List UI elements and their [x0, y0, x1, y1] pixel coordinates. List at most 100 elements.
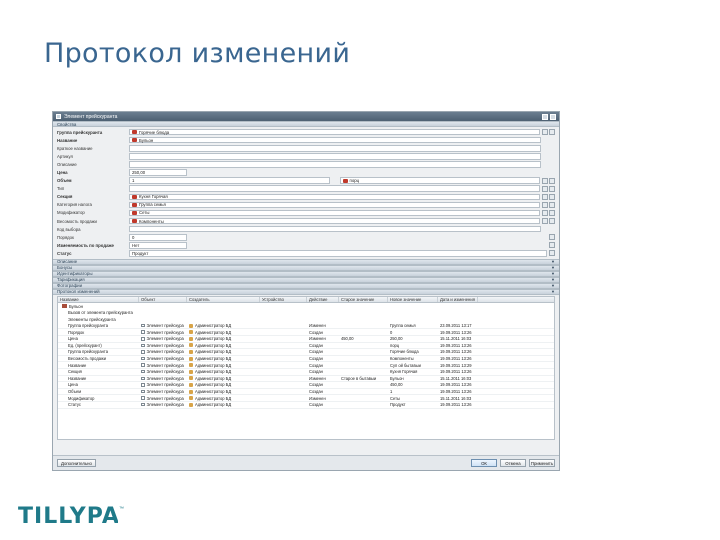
column-header[interactable]: Действие [307, 296, 339, 302]
table-row[interactable]: Ед. (прейскурант) Элемент прейскура Админи… [58, 343, 554, 350]
form-label: Код выбора [57, 226, 81, 232]
form-field[interactable]: Кухня Горячая [129, 193, 540, 201]
field-edit-button[interactable] [542, 193, 548, 200]
table-cell [260, 323, 307, 329]
field-edit-button[interactable] [542, 209, 548, 216]
form-row: Группа прейскуранта Горячие блюда [57, 128, 555, 136]
field-edit-button[interactable] [542, 185, 548, 192]
table-row[interactable]: Группа прейскуранта Элемент прейскура Адми… [58, 323, 554, 330]
field-clear-button[interactable] [549, 209, 555, 216]
column-header[interactable]: Новое значение [388, 296, 438, 302]
table-cell-text: порц [390, 342, 400, 348]
form-field-value: Кухня Горячая [139, 194, 168, 200]
field-clear-button[interactable] [549, 201, 555, 208]
table-cell: Создан [307, 356, 339, 362]
form-field[interactable]: 250,00 [129, 169, 187, 176]
form-field[interactable] [129, 144, 541, 152]
table-row[interactable]: Цена Элемент прейскура Администратор БД Изм… [58, 336, 554, 343]
form-field[interactable] [129, 185, 540, 192]
table-row[interactable]: Порядок Элемент прейскура Администратор БД… [58, 329, 554, 336]
unit-field[interactable]: порц [339, 177, 540, 184]
table-cell: 19.09.2011 13:26 [438, 349, 478, 355]
properties-form: Группа прейскуранта Горячие блюда Название… [53, 127, 559, 259]
change-log-table: Название Объект Создатель Устройство Действи… [57, 295, 555, 440]
field-edit-button[interactable] [542, 129, 548, 136]
user-icon [189, 389, 193, 394]
form-field[interactable]: Группа семья [129, 201, 540, 209]
user-icon [189, 402, 193, 407]
field-clear-button[interactable] [549, 129, 555, 136]
chevron-down-icon[interactable]: ▼ [551, 289, 555, 294]
ok-button[interactable]: ОК [471, 459, 497, 467]
cancel-button[interactable]: Отмена [500, 459, 526, 467]
form-field[interactable] [129, 225, 541, 233]
form-field[interactable]: Бульон [129, 136, 541, 144]
table-cell-text: Администратор БД [195, 342, 232, 348]
column-header[interactable]: Название [58, 296, 139, 302]
table-row[interactable]: Секция Элемент прейскура Администратор БД С… [58, 369, 554, 376]
form-field[interactable]: Продукт [129, 250, 547, 257]
column-header[interactable]: Объект [139, 296, 187, 302]
form-field[interactable] [129, 161, 541, 168]
table-row[interactable]: Название Элемент прейскура Администратор Б… [58, 376, 554, 383]
field-clear-button[interactable] [549, 185, 555, 192]
table-cell [260, 395, 307, 401]
chevron-down-icon[interactable]: ▼ [551, 265, 555, 270]
column-header[interactable]: Старое значение [339, 296, 388, 302]
additional-button[interactable]: Дополнительно [57, 459, 96, 467]
field-edit-button[interactable] [542, 218, 548, 225]
column-header[interactable]: Устройство [260, 296, 307, 302]
field-edit-button[interactable] [542, 177, 548, 184]
chevron-down-icon[interactable]: ▼ [551, 259, 555, 264]
form-field[interactable]: Горячие блюда [129, 128, 540, 136]
table-cell: Элемент прейскура [139, 329, 187, 335]
section-header[interactable]: Протокол изменений ▼ [53, 288, 559, 295]
table-row[interactable]: Цена Элемент прейскура Администратор БД Соз… [58, 382, 554, 389]
apply-button[interactable]: Применить [529, 459, 555, 467]
tree-node[interactable]: Бульон [62, 303, 554, 310]
close-button[interactable] [550, 113, 556, 120]
section-label: Идентификаторы [57, 271, 93, 276]
field-clear-button[interactable] [549, 218, 555, 225]
chevron-down-icon[interactable]: ▼ [551, 271, 555, 276]
table-row[interactable]: Название Элемент прейскура Администратор Б… [58, 362, 554, 369]
table-cell: Администратор БД [187, 329, 260, 335]
form-field-value: Продукт [132, 250, 149, 256]
table-row[interactable]: Модификатор Элемент прейскура Администрато… [58, 395, 554, 402]
form-field[interactable] [129, 153, 541, 160]
table-cell-text: Цена [68, 382, 78, 388]
table-row[interactable]: Весомость продажи Элемент прейскура Админи… [58, 356, 554, 363]
table-row[interactable]: Объем Элемент прейскура Администратор БД Со… [58, 389, 554, 396]
field-clear-button[interactable] [549, 177, 555, 184]
field-edit-button[interactable] [542, 201, 548, 208]
chevron-down-icon[interactable]: ▼ [551, 277, 555, 282]
chevron-down-icon[interactable]: ▼ [551, 283, 555, 288]
tree-node[interactable]: Вызов от элемента прейскуранта [62, 310, 554, 317]
table-row[interactable]: Группа прейскуранта Элемент прейскура Адми… [58, 349, 554, 356]
table-cell: Элемент прейскура [139, 369, 187, 375]
form-field-value: Группа семья [139, 202, 166, 208]
column-header[interactable]: Дата и изменения [438, 296, 478, 302]
form-field[interactable]: 0 [129, 233, 187, 241]
form-row: Объем 1 порц [57, 177, 555, 185]
table-cell-text: Продукт [390, 402, 406, 408]
table-row[interactable]: Статус Элемент прейскура Администратор БД С… [58, 402, 554, 409]
column-header[interactable]: Создатель [187, 296, 260, 302]
field-edit-button[interactable] [549, 234, 555, 241]
form-field[interactable]: Сеты [129, 209, 540, 217]
field-edit-button[interactable] [549, 242, 555, 249]
form-field[interactable]: Компоненты [129, 217, 540, 225]
table-cell: Администратор БД [187, 362, 260, 368]
table-cell [260, 329, 307, 335]
maximize-button[interactable] [542, 113, 548, 120]
field-edit-button[interactable] [549, 250, 555, 257]
table-cell [260, 369, 307, 375]
table-cell-text: Администратор БД [195, 375, 232, 381]
form-label: Название [57, 137, 78, 143]
window-titlebar[interactable]: Элемент прейскуранта [53, 112, 559, 121]
table-cell-text: Изменен [309, 336, 326, 342]
form-field[interactable]: 1 [129, 177, 330, 184]
form-field[interactable]: Нет [129, 242, 187, 249]
field-clear-button[interactable] [549, 193, 555, 200]
tree-node[interactable]: Элементы прейскуранта [62, 316, 554, 323]
